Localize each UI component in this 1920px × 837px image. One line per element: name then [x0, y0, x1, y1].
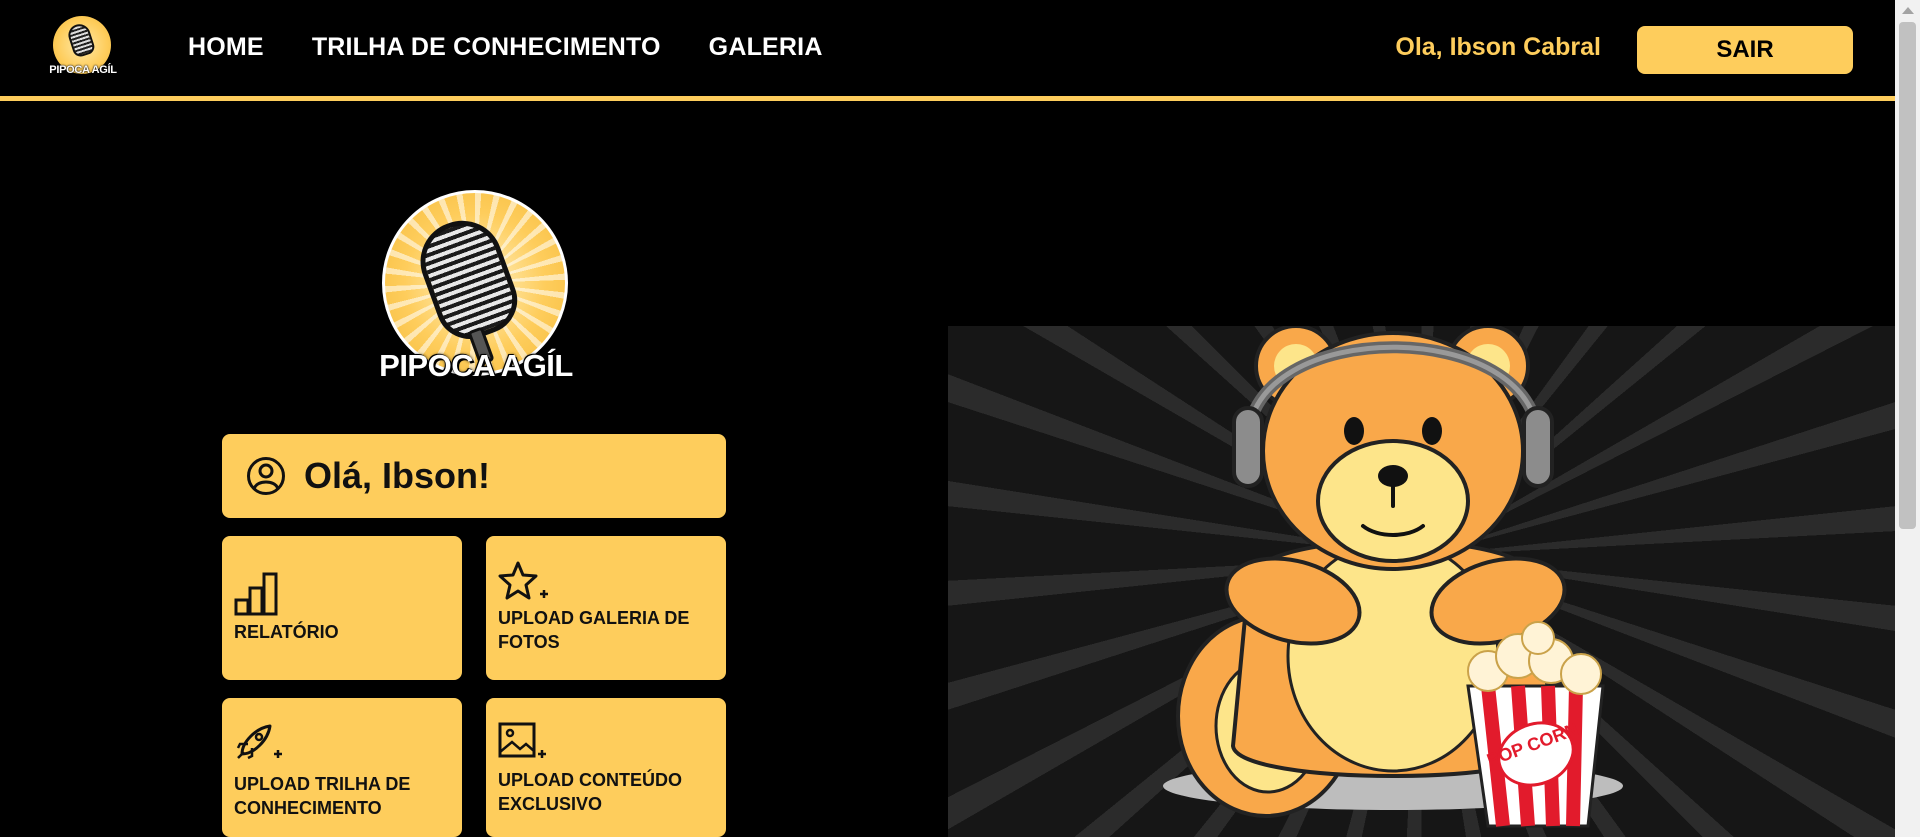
hero-logo: PIPOCA AGÍL	[365, 188, 587, 388]
user-circle-icon	[247, 457, 285, 495]
report-tile[interactable]: RELATÓRIO	[222, 536, 462, 680]
main-menu: HOME TRILHA DE CONHECIMENTO GALERIA	[188, 33, 823, 62]
rocket-plus-icon	[236, 724, 282, 760]
popcorn-bucket: POP CORN	[1466, 621, 1605, 828]
star-plus-icon	[498, 561, 548, 600]
top-navigation-bar: PIPOCA AGÍL HOME TRILHA DE CONHECIMENTO …	[0, 0, 1895, 101]
nav-link-galeria[interactable]: GALERIA	[709, 33, 823, 62]
upload-knowledge-trail-tile[interactable]: UPLOAD TRILHA DE CONHECIMENTO	[222, 698, 462, 837]
nav-logo[interactable]: PIPOCA AGÍL	[46, 14, 120, 78]
bar-chart-icon	[234, 572, 278, 616]
welcome-card: Olá, Ibson!	[222, 434, 726, 518]
upload-knowledge-trail-tile-label: UPLOAD TRILHA DE CONHECIMENTO	[234, 774, 411, 818]
nav-link-trilha-de-conhecimento[interactable]: TRILHA DE CONHECIMENTO	[312, 33, 661, 62]
hero-logo-text: PIPOCA AGÍL	[379, 348, 573, 383]
bear-with-headphones-image: POP CORN	[1163, 326, 1623, 828]
upload-exclusive-content-tile-label: UPLOAD CONTEÚDO EXCLUSIVO	[498, 770, 682, 814]
scroll-up-arrow-icon[interactable]	[1902, 7, 1914, 14]
nav-link-home[interactable]: HOME	[188, 33, 264, 62]
upload-gallery-tile[interactable]: UPLOAD GALERIA DE FOTOS	[486, 536, 726, 680]
image-plus-icon	[498, 722, 546, 758]
user-greeting: Ola, Ibson Cabral	[1395, 33, 1601, 61]
upload-exclusive-content-tile[interactable]: UPLOAD CONTEÚDO EXCLUSIVO	[486, 698, 726, 837]
nav-logo-text: PIPOCA AGÍL	[49, 64, 117, 76]
page-scrollbar[interactable]	[1895, 0, 1920, 837]
scroll-thumb[interactable]	[1899, 22, 1916, 529]
bear-illustration: POP CORN	[948, 326, 1895, 837]
welcome-text: Olá, Ibson!	[304, 455, 491, 496]
logout-button[interactable]: SAIR	[1637, 26, 1853, 74]
report-tile-label: RELATÓRIO	[234, 622, 339, 642]
upload-gallery-tile-label: UPLOAD GALERIA DE FOTOS	[498, 608, 690, 652]
